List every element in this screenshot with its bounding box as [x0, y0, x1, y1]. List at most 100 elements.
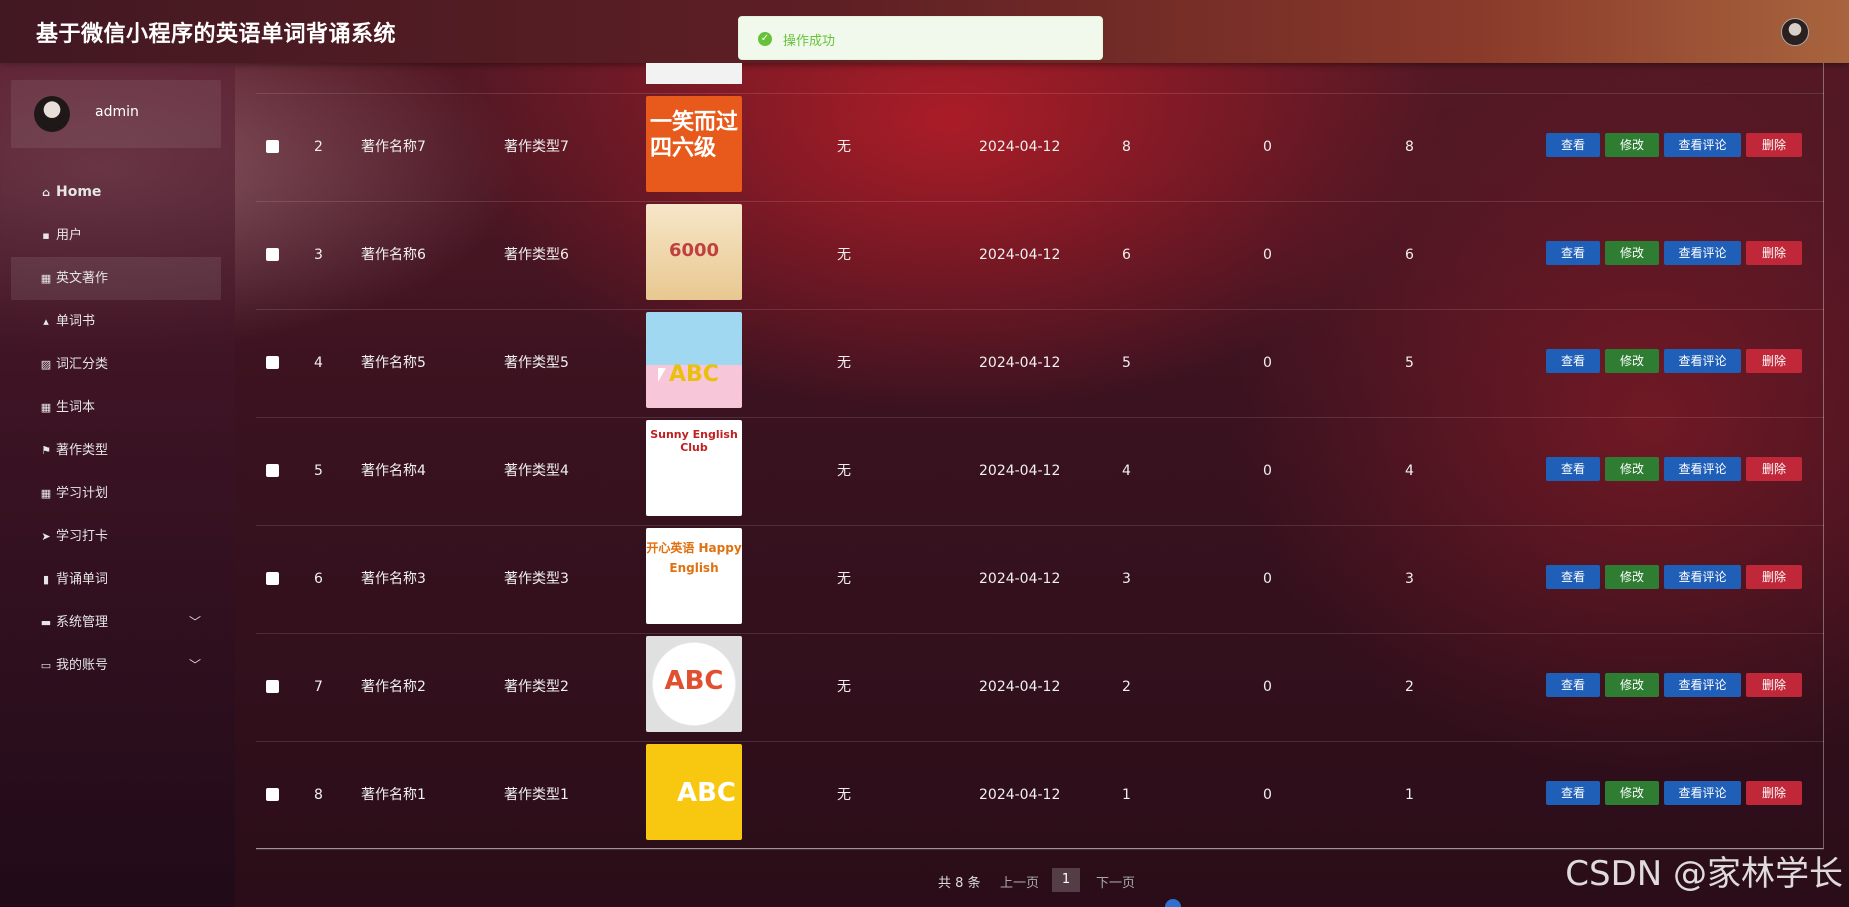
delete-button[interactable]: 删除 [1746, 349, 1802, 373]
row-checkbox[interactable] [266, 140, 279, 153]
home-icon: ⌂ [42, 186, 50, 199]
row-checkbox[interactable] [266, 788, 279, 801]
view-comments-button[interactable]: 查看评论 [1664, 349, 1741, 373]
publish-date: 2024-04-12 [979, 247, 1061, 263]
publish-date: 2024-04-12 [979, 571, 1061, 587]
view-comments-button[interactable]: 查看评论 [1664, 673, 1741, 697]
prev-page-button[interactable]: 上一页 [1000, 872, 1039, 891]
count-value: 1 [1122, 787, 1131, 803]
view-button[interactable]: 查看 [1546, 673, 1600, 697]
chevron-down-icon: ﹀ [188, 615, 201, 629]
grid-icon: ▦ [40, 401, 52, 414]
sidebar-item-english-works[interactable]: ▦ 英文著作 [11, 257, 221, 300]
sidebar-item-users[interactable]: ▪ 用户 [11, 214, 221, 257]
work-name: 著作名称1 [361, 787, 426, 803]
view-comments-button[interactable]: 查看评论 [1664, 241, 1741, 265]
edit-button[interactable]: 修改 [1605, 673, 1659, 697]
count-value: 4 [1122, 463, 1131, 479]
row-checkbox[interactable] [266, 680, 279, 693]
publish-date: 2024-04-12 [979, 679, 1061, 695]
work-type: 著作类型2 [504, 679, 569, 695]
cover-image: 一笑而过 四六级 [646, 96, 742, 192]
sidebar-item-my-account[interactable]: ▭ 我的账号 ﹀ [11, 644, 221, 687]
cover-image: ABC [646, 744, 742, 840]
count-value: 8 [1405, 139, 1414, 155]
view-button[interactable]: 查看 [1546, 349, 1600, 373]
cover-image-text: 一笑而过 四六级 [650, 110, 739, 161]
next-page-button[interactable]: 下一页 [1096, 872, 1135, 891]
view-comments-button[interactable]: 查看评论 [1664, 565, 1741, 589]
work-name: 著作名称4 [361, 463, 426, 479]
publish-date: 2024-04-12 [979, 139, 1061, 155]
sidebar: admin ⌂ Home ▪ 用户 ▦ 英文著作 ▴ 单词书 ▨ 词汇分类 ▦ 生词本 ⚑ 著… [0, 63, 235, 907]
delete-button[interactable]: 删除 [1746, 457, 1802, 481]
delete-button[interactable]: 删除 [1746, 781, 1802, 805]
scroll-indicator[interactable] [1165, 899, 1181, 907]
sidebar-item-work-types[interactable]: ⚑ 著作类型 [11, 429, 221, 472]
sidebar-item-check-in[interactable]: ➤ 学习打卡 [11, 515, 221, 558]
edit-button[interactable]: 修改 [1605, 565, 1659, 589]
delete-button[interactable]: 删除 [1746, 673, 1802, 697]
row-checkbox[interactable] [266, 464, 279, 477]
view-button[interactable]: 查看 [1546, 133, 1600, 157]
delete-button[interactable]: 删除 [1746, 133, 1802, 157]
table-row [256, 63, 1824, 94]
table-row: 6 著作名称3 著作类型3 无 2024-04-12 3 0 3 开心英语 Happy Engl… [256, 525, 1824, 634]
sidebar-item-label: 我的账号 [56, 658, 109, 673]
work-type: 著作类型1 [504, 787, 569, 803]
cover-image: ABC [646, 636, 742, 732]
sidebar-item-word-books[interactable]: ▴ 单词书 [11, 300, 221, 343]
row-checkbox[interactable] [266, 248, 279, 261]
edit-button[interactable]: 修改 [1605, 133, 1659, 157]
edit-button[interactable]: 修改 [1605, 241, 1659, 265]
cover-image-text: ABC [676, 778, 736, 808]
sidebar-item-new-words[interactable]: ▦ 生词本 [11, 386, 221, 429]
count-value: 4 [1405, 463, 1414, 479]
count-value: 0 [1263, 571, 1272, 587]
sidebar-item-study-plan[interactable]: ▦ 学习计划 [11, 472, 221, 515]
header-avatar[interactable] [1781, 18, 1809, 46]
cover-image: 6000 [646, 204, 742, 300]
sidebar-item-home[interactable]: ⌂ Home [11, 171, 221, 214]
row-checkbox[interactable] [266, 356, 279, 369]
work-note: 无 [837, 355, 851, 371]
avatar [34, 96, 70, 132]
sidebar-item-vocab-categories[interactable]: ▨ 词汇分类 [11, 343, 221, 386]
sidebar-item-label: 用户 [56, 228, 83, 243]
sidebar-item-label: 学习计划 [56, 486, 109, 501]
view-button[interactable]: 查看 [1546, 781, 1600, 805]
check-circle-icon: ✓ [758, 32, 772, 46]
sidebar-item-label: 词汇分类 [56, 357, 109, 372]
delete-button[interactable]: 删除 [1746, 241, 1802, 265]
cover-image-text: 开心英语 Happy English [646, 541, 742, 575]
view-button[interactable]: 查看 [1546, 565, 1600, 589]
user-icon: ▪ [42, 229, 50, 242]
row-checkbox[interactable] [266, 572, 279, 585]
view-comments-button[interactable]: 查看评论 [1664, 457, 1741, 481]
row-index: 3 [314, 247, 323, 263]
count-value: 3 [1122, 571, 1131, 587]
publish-date: 2024-04-12 [979, 463, 1061, 479]
sidebar-item-recite-words[interactable]: ▮ 背诵单词 [11, 558, 221, 601]
view-comments-button[interactable]: 查看评论 [1664, 781, 1741, 805]
page-number-button[interactable]: 1 [1052, 868, 1080, 892]
chevron-down-icon: ﹀ [188, 658, 201, 672]
edit-button[interactable]: 修改 [1605, 781, 1659, 805]
toast-message: 操作成功 [783, 34, 836, 49]
cover-image-text: 6000 [668, 240, 720, 261]
sidebar-item-system-admin[interactable]: ▬ 系统管理 ﹀ [11, 601, 221, 644]
flag-icon: ⚑ [41, 444, 51, 457]
sidebar-item-label: 生词本 [56, 400, 96, 415]
delete-button[interactable]: 删除 [1746, 565, 1802, 589]
app-title: 基于微信小程序的英语单词背诵系统 [36, 22, 397, 47]
view-comments-button[interactable]: 查看评论 [1664, 133, 1741, 157]
view-button[interactable]: 查看 [1546, 457, 1600, 481]
count-value: 5 [1122, 355, 1131, 371]
pagination-total: 共 8 条 [938, 876, 981, 891]
edit-button[interactable]: 修改 [1605, 349, 1659, 373]
edit-button[interactable]: 修改 [1605, 457, 1659, 481]
work-name: 著作名称3 [361, 571, 426, 587]
count-value: 0 [1263, 787, 1272, 803]
view-button[interactable]: 查看 [1546, 241, 1600, 265]
count-value: 8 [1122, 139, 1131, 155]
